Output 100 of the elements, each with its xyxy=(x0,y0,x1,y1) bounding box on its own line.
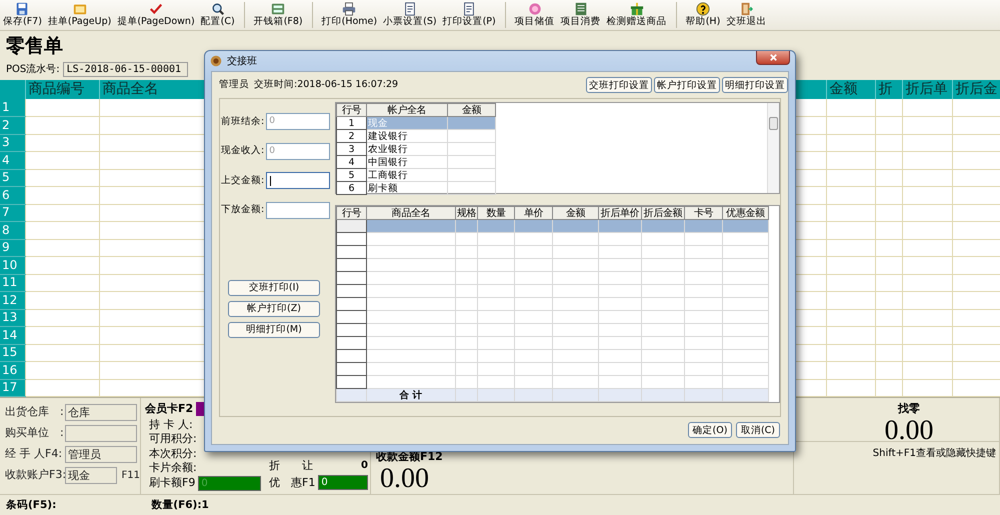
toolbar-button[interactable]: 帮助(H) xyxy=(682,0,724,30)
toolbar-button[interactable]: 开钱箱(F8) xyxy=(250,0,306,30)
shift-time-text: 交班时间:2018-06-15 16:07:29 xyxy=(254,78,398,92)
list-icon xyxy=(574,2,588,16)
serial-field[interactable]: LS-2018-06-15-00001 xyxy=(62,62,188,76)
dialog-button[interactable]: 确定(O) xyxy=(688,422,732,438)
folder-icon xyxy=(72,2,87,16)
settings-button[interactable]: 交班打印设置 xyxy=(586,77,652,93)
row-number: 1 xyxy=(0,99,25,116)
print-button[interactable]: 明细打印(M) xyxy=(228,322,320,338)
column-header: 折后金 xyxy=(952,80,1000,99)
value-text: 0 xyxy=(361,458,368,472)
help-icon xyxy=(696,2,710,16)
toolbar-button[interactable]: 挂单(PageUp) xyxy=(44,0,114,30)
dialog-button[interactable]: 取消(C) xyxy=(736,422,780,438)
toolbar-button[interactable]: 项目储值 xyxy=(512,0,558,30)
toolbar-button[interactable]: 打印(Home) xyxy=(318,0,380,30)
section-title: 找零 xyxy=(898,401,920,417)
row-number: 2 xyxy=(0,116,25,134)
table-cell: 建设银行 xyxy=(366,130,448,142)
coin-icon xyxy=(528,2,542,16)
toolbar-button[interactable]: 交班退出 xyxy=(723,0,770,30)
column-header: 折后金额 xyxy=(642,206,684,220)
row-number: 9 xyxy=(0,239,25,256)
table-cell: 中国银行 xyxy=(366,156,448,168)
print-button[interactable]: 交班打印(I) xyxy=(228,280,320,296)
field-label: 优 惠F1 xyxy=(269,474,316,490)
table-cell: 现金 xyxy=(366,116,448,130)
column-header: 单价 xyxy=(514,206,552,220)
print-button[interactable]: 帐户打印(Z) xyxy=(228,301,320,317)
field-label: 下放金额: xyxy=(221,203,264,218)
row-number: 11 xyxy=(0,274,25,292)
field-label: 购买单位 : xyxy=(5,425,65,442)
row-number: 15 xyxy=(0,344,25,362)
input-field[interactable]: 0 xyxy=(318,475,368,490)
operator-text: 管理员 xyxy=(219,78,249,92)
row-number: 4 xyxy=(336,156,366,168)
field-label: 经 手 人F4: xyxy=(5,446,64,462)
column-header: 折 xyxy=(875,80,902,99)
toolbar-button[interactable]: 小票设置(S) xyxy=(380,0,440,30)
row-number: 2 xyxy=(336,130,366,142)
column-header: 规格 xyxy=(456,206,478,220)
field-label: 持 卡 人: xyxy=(148,418,194,432)
scrollbar[interactable] xyxy=(767,103,779,193)
input-field[interactable]: 仓库 xyxy=(65,404,137,421)
row-number: 7 xyxy=(0,204,25,222)
row-number: 1 xyxy=(336,116,366,130)
input-field[interactable]: 现金 xyxy=(65,467,117,484)
input-field[interactable] xyxy=(65,425,137,442)
settings-button[interactable]: 帐户打印设置 xyxy=(654,77,720,93)
column-header: 卡号 xyxy=(684,206,722,220)
column-header: 折后单 xyxy=(902,80,952,99)
toolbar-button[interactable]: 项目消费 xyxy=(558,0,604,30)
row-number: 3 xyxy=(0,134,25,152)
column-header: 行号 xyxy=(336,104,366,116)
column-header: 金额 xyxy=(448,104,496,116)
close-button[interactable] xyxy=(756,51,790,65)
column-header: 行号 xyxy=(336,206,366,220)
settings-button[interactable]: 明细打印设置 xyxy=(722,77,788,93)
row-number: 13 xyxy=(0,309,25,326)
toolbar-button[interactable]: 打印设置(P) xyxy=(440,0,499,30)
column-header: 商品编号 xyxy=(25,80,99,99)
toolbar-button[interactable]: 保存(F7) xyxy=(0,0,45,30)
dialog-title: 交接班 xyxy=(227,54,257,68)
column-header: 帐户全名 xyxy=(366,104,448,116)
field-label: 卡片余额: xyxy=(148,461,198,476)
field-label: 上交金额: xyxy=(221,174,264,188)
field-label: 本次积分: xyxy=(148,446,198,461)
field-label: 可用积分: xyxy=(148,432,198,446)
column-header: 金额 xyxy=(552,206,598,220)
column-header: 商品全名 xyxy=(366,206,456,220)
input-field[interactable]: 管理员 xyxy=(65,446,137,463)
row-number: 5 xyxy=(336,168,366,182)
row-number: 16 xyxy=(0,362,25,379)
row-number: 17 xyxy=(0,379,25,396)
table-cell: 工商银行 xyxy=(366,168,448,182)
row-number: 3 xyxy=(336,142,366,156)
field-label: 出货仓库 : xyxy=(5,404,65,420)
receipt-icon xyxy=(462,2,476,16)
row-number: 6 xyxy=(336,182,366,194)
toolbar-button[interactable]: 检测赠送商品 xyxy=(604,0,670,30)
toolbar-button[interactable]: 提单(PageDown) xyxy=(114,0,198,30)
magnifier-icon xyxy=(210,2,225,16)
column-header: 金额 xyxy=(826,80,875,99)
field-label: 折 让 xyxy=(269,458,313,474)
receipt-icon xyxy=(402,2,417,16)
field-label: 刷卡额F9 xyxy=(149,476,196,490)
row-number: 4 xyxy=(0,152,25,169)
row-number: 8 xyxy=(0,222,25,239)
toolbar-button[interactable]: 配置(C) xyxy=(198,0,238,30)
input-field[interactable] xyxy=(266,172,330,190)
row-number: 10 xyxy=(0,256,25,274)
input-field[interactable] xyxy=(266,202,330,219)
field-label: 收款账户F3: xyxy=(5,467,65,484)
row-number: 5 xyxy=(0,169,25,186)
printer-icon xyxy=(342,2,356,16)
column-header: 折后单价 xyxy=(598,206,642,220)
amount-text: 0.00 xyxy=(884,418,934,444)
gift-icon xyxy=(630,2,644,16)
floppy-icon xyxy=(15,2,30,16)
